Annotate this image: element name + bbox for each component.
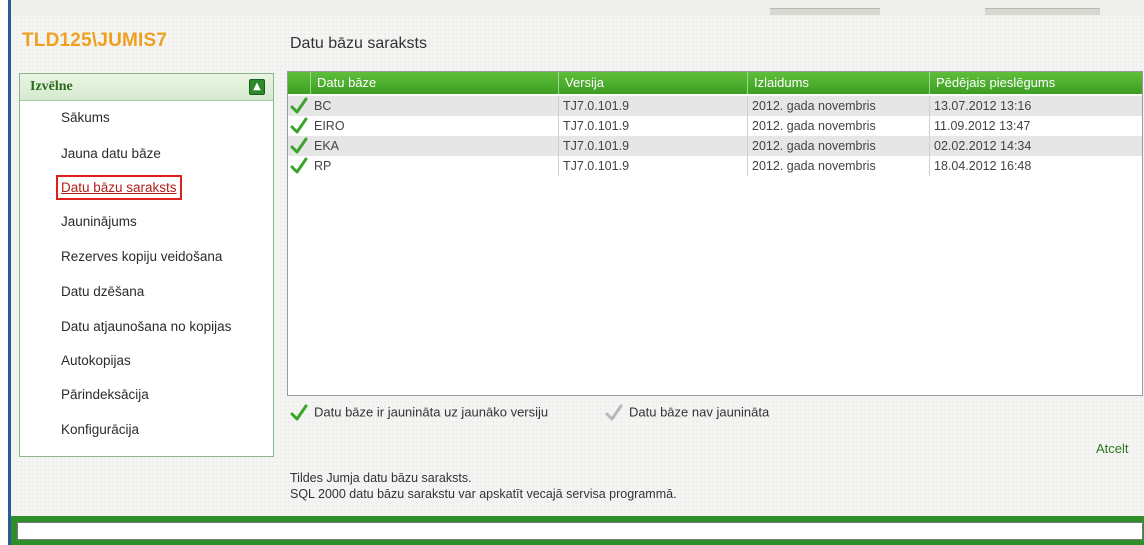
check-gray-icon [605,404,623,421]
sidebar-item-datu-dzesana[interactable]: Datu dzēšana [61,284,144,299]
table-row[interactable]: BC TJ7.0.101.9 2012. gada novembris 13.0… [288,96,1142,116]
sidebar-item-autokopijas[interactable]: Autokopijas [61,353,131,368]
sidebar-item-datu-atjaunosana[interactable]: Datu atjaunošana no kopijas [61,319,231,334]
menu-header-label: Izvēlne [30,79,73,94]
cell-name: EIRO [314,119,345,133]
cell-name: RP [314,159,332,173]
check-green-icon [290,157,308,174]
cell-release: 2012. gada novembris [747,116,927,136]
status-bar [11,516,1144,545]
cell-release: 2012. gada novembris [747,156,927,176]
cell-release: 2012. gada novembris [747,136,927,156]
database-table: Datu bāze Versija Izlaidums Pēdējais pie… [287,71,1143,396]
legend-not-updated: Datu bāze nav jaunināta [605,404,769,422]
cell-release: 2012. gada novembris [747,96,927,116]
column-header-versija[interactable]: Versija [558,72,745,94]
sidebar-item-rezerves-kopiju-veidosana[interactable]: Rezerves kopiju veidošana [61,249,222,264]
cell-last-login: 11.09.2012 13:47 [929,116,1139,136]
cell-version: TJ7.0.101.9 [558,136,743,156]
cell-last-login: 18.04.2012 16:48 [929,156,1139,176]
sidebar-menu: Izvēlne ▲ Sākums Jauna datu bāze Datu bā… [19,73,274,457]
cell-version: TJ7.0.101.9 [558,96,743,116]
table-row[interactable]: EIRO TJ7.0.101.9 2012. gada novembris 11… [288,116,1142,136]
sidebar-item-datu-bazu-saraksts[interactable]: Datu bāzu saraksts [56,175,182,200]
server-title: TLD125\JUMIS7 [22,30,168,51]
top-bar-segment [985,8,1100,15]
check-green-icon [290,137,308,154]
check-green-icon [290,117,308,134]
menu-header: Izvēlne ▲ [20,74,273,101]
column-header-izlaidums[interactable]: Izlaidums [747,72,929,94]
check-green-icon [290,97,308,114]
top-bar-segment [770,8,880,15]
column-header-datu-baze[interactable]: Datu bāze [310,72,557,94]
sidebar-item-sakums[interactable]: Sākums [61,110,110,125]
legend-updated-label: Datu bāze ir jaunināta uz jaunāko versij… [314,404,549,420]
info-note-line-1: Tildes Jumja datu bāzu saraksts. [290,471,472,485]
sidebar-item-jauninajums[interactable]: Jauninājums [61,214,137,229]
cell-name: EKA [314,139,340,153]
legend-not-updated-label: Datu bāze nav jaunināta [629,404,770,420]
legend-updated: Datu bāze ir jaunināta uz jaunāko versij… [290,404,548,422]
top-title-bar [0,0,1144,16]
table-row[interactable]: EKA TJ7.0.101.9 2012. gada novembris 02.… [288,136,1142,156]
cell-name: BC [314,99,332,113]
sidebar-item-jauna-datu-baze[interactable]: Jauna datu bāze [61,146,161,161]
sidebar-item-parindeksacija[interactable]: Pārindeksācija [61,387,149,402]
check-green-icon [290,404,308,421]
cell-version: TJ7.0.101.9 [558,116,743,136]
column-header-pedejais-pieslegums[interactable]: Pēdējais pieslēgums [929,72,1141,94]
table-row[interactable]: RP TJ7.0.101.9 2012. gada novembris 18.0… [288,156,1142,176]
info-note-line-2: SQL 2000 datu bāzu sarakstu var apskatīt… [290,487,677,501]
progress-track [17,522,1143,540]
cell-last-login: 13.07.2012 13:16 [929,96,1139,116]
cancel-link[interactable]: Atcelt [1096,441,1129,456]
collapse-up-icon[interactable]: ▲ [249,79,265,95]
cell-version: TJ7.0.101.9 [558,156,743,176]
cell-last-login: 02.02.2012 14:34 [929,136,1139,156]
page-title: Datu bāzu saraksts [290,35,427,52]
sidebar-item-konfiguracija[interactable]: Konfigurācija [61,422,139,437]
left-window-edge [0,0,11,545]
table-header: Datu bāze Versija Izlaidums Pēdējais pie… [288,72,1142,94]
